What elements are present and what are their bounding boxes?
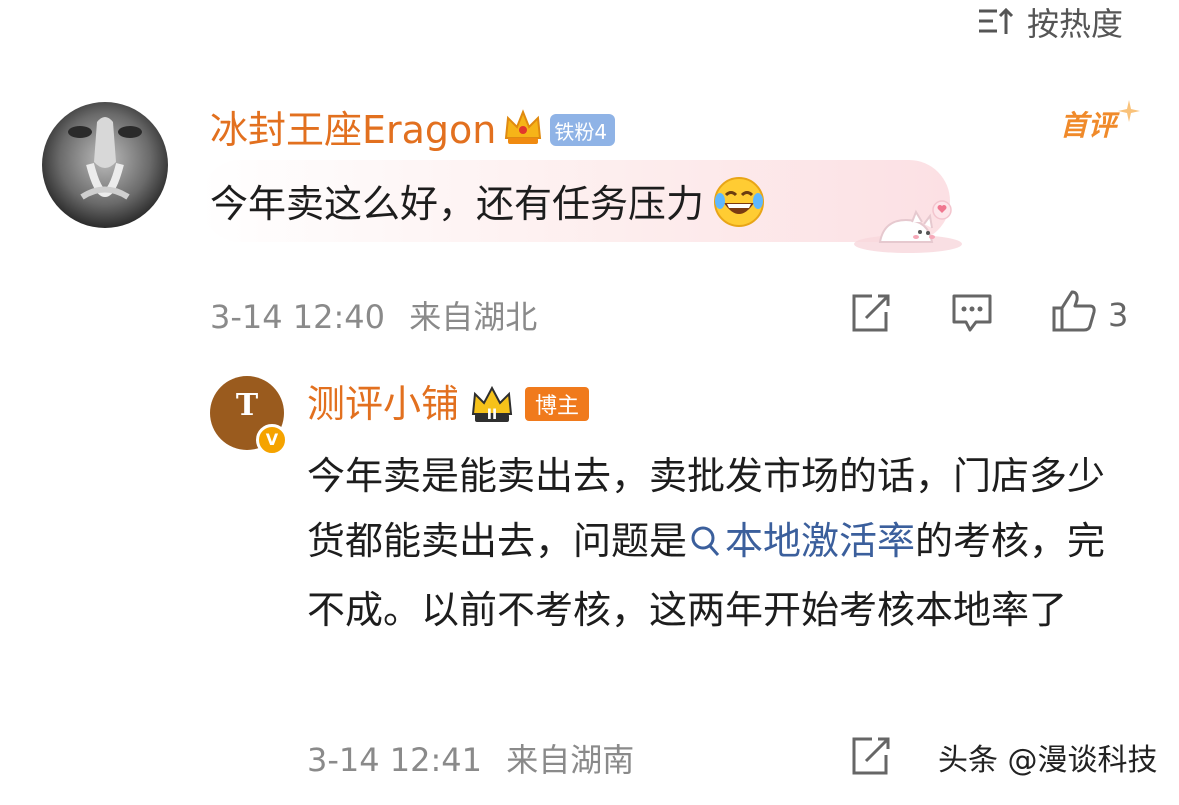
reply-meta: 3-14 12:41 来自湖南	[307, 735, 634, 781]
fan-badge-label: 铁粉4	[554, 119, 608, 144]
reply-time: 3-14 12:41	[307, 741, 483, 779]
sort-icon	[975, 5, 1015, 39]
search-icon	[689, 513, 721, 578]
topic-search-link[interactable]: 本地激活率	[687, 519, 915, 563]
comment-text: 今年卖这么好，还有任务压力	[210, 182, 705, 226]
comment-icon[interactable]	[950, 292, 994, 338]
crown-icon	[502, 108, 544, 152]
avatar-logo-letter: T	[235, 388, 259, 423]
blogger-badge-label: 博主	[535, 394, 580, 419]
like-button[interactable]: 3	[1050, 288, 1128, 342]
comment-time: 3-14 12:40	[210, 298, 386, 336]
reply-share-icon[interactable]	[848, 735, 892, 781]
fan-badge: 铁粉4	[550, 114, 616, 146]
verified-badge-icon: V	[256, 424, 288, 456]
blogger-badge: 博主	[525, 387, 590, 421]
sort-by-hot-button[interactable]: 按热度	[975, 0, 1123, 44]
watermark: 头条 @漫谈科技	[938, 743, 1158, 778]
reply-location: 来自湖南	[506, 741, 635, 779]
sort-label: 按热度	[1027, 5, 1124, 43]
comment-location: 来自湖北	[409, 298, 538, 336]
share-icon[interactable]	[848, 292, 892, 338]
reply-avatar[interactable]: T V	[210, 376, 288, 456]
comment-content: 今年卖这么好，还有任务压力	[210, 172, 766, 236]
thumbs-up-icon	[1050, 288, 1098, 342]
reply-username[interactable]: 测评小铺	[307, 380, 459, 428]
avatar[interactable]	[42, 102, 168, 228]
cat-sticker-icon	[850, 196, 965, 262]
laughing-tears-emoji	[712, 175, 766, 233]
reply-text: 今年卖是能卖出去，卖批发市场的话，门店多少货都能卖出去，问题是 本地激活率的考核，…	[307, 444, 1137, 643]
reply-header: 测评小铺 II 博主	[307, 380, 590, 428]
level-crown-icon: II	[469, 384, 515, 424]
like-count: 3	[1108, 296, 1129, 334]
first-comment-tag: 首评	[1060, 109, 1117, 142]
sparkle-icon	[1118, 100, 1140, 126]
topic-link-text: 本地激活率	[725, 519, 916, 563]
comment-meta: 3-14 12:40 来自湖北	[210, 292, 537, 338]
level-number: II	[486, 407, 498, 423]
comment-header: 冰封王座Eragon 铁粉4	[210, 106, 616, 154]
username[interactable]: 冰封王座Eragon	[210, 106, 496, 154]
